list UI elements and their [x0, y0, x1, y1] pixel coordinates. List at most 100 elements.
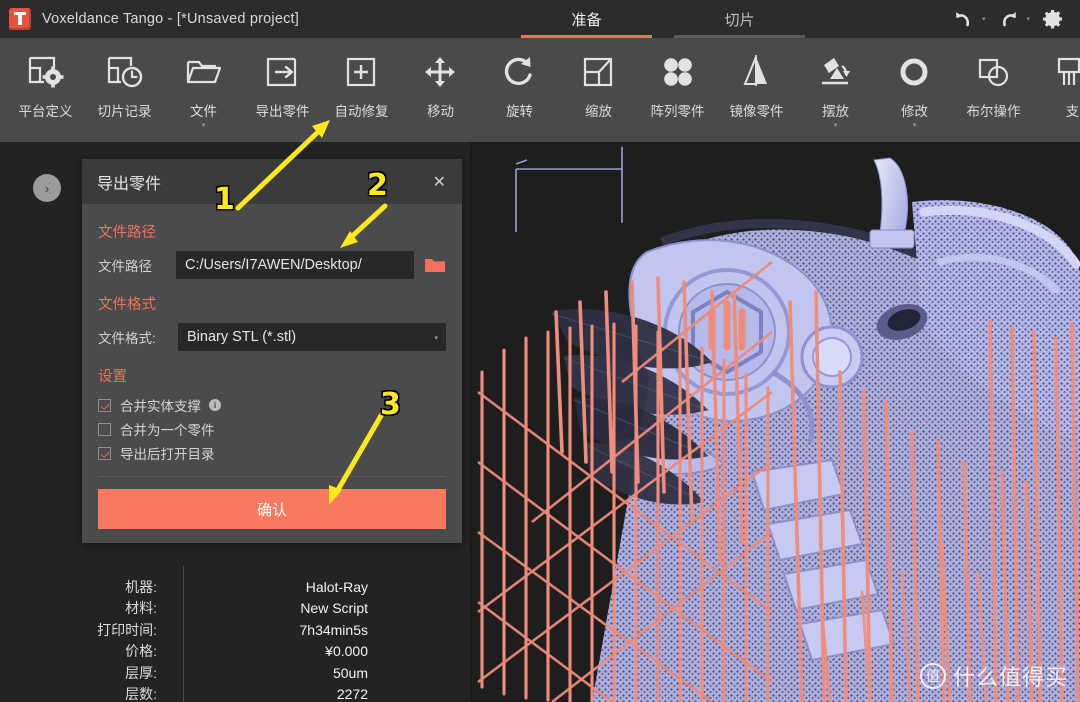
info-row-material: 材料: New Script [10, 598, 470, 620]
toolbar-item-place-label: 摆放 [822, 100, 849, 120]
annotation-number-2: 2 [367, 168, 388, 203]
chevron-down-icon: ▾ [434, 334, 438, 342]
scale-icon [577, 48, 621, 96]
dialog-separator [98, 476, 446, 477]
print-info-panel: 机器: Halot-Ray 材料: New Script 打印时间: 7h34m… [0, 566, 470, 702]
close-icon[interactable]: ✕ [429, 172, 450, 192]
checkbox-merge-into-one-part-label: 合并为一个零件 [120, 419, 215, 439]
checkbox-box[interactable] [98, 399, 111, 412]
dialog-body: 文件路径 文件路径 文件格式 文件格式: Binary STL (*.stl) … [82, 204, 462, 529]
toolbar-item-move[interactable]: 移动 ▾ [401, 38, 480, 142]
toolbar-item-modify[interactable]: 修改 ▾ [875, 38, 954, 142]
tab-prepare[interactable]: 准备 [510, 0, 663, 38]
browse-folder-icon[interactable] [424, 257, 446, 273]
file-format-label: 文件格式: [98, 327, 176, 347]
boolean-op-icon [972, 48, 1016, 96]
file-path-input[interactable] [176, 251, 414, 279]
checkbox-open-directory-after-export[interactable]: 导出后打开目录 [98, 443, 446, 463]
annotation-number-3: 3 [380, 387, 401, 422]
toolbar-item-auto-repair-label: 自动修复 [335, 100, 389, 120]
toolbar-item-scale[interactable]: 缩放 ▾ [559, 38, 638, 142]
place-icon [814, 48, 858, 96]
info-key: 打印时间: [10, 620, 157, 640]
undo-caret-icon[interactable]: ▾ [982, 15, 986, 23]
file-path-label: 文件路径 [98, 255, 176, 275]
toolbar-item-file-label: 文件 [190, 100, 217, 120]
file-format-row: 文件格式: Binary STL (*.stl) ▾ [98, 323, 446, 351]
info-value: 2272 [157, 686, 368, 702]
dropdown-caret-icon[interactable]: ▾ [202, 122, 206, 129]
info-value: New Script [157, 600, 368, 616]
toolbar-item-platform-define-label: 平台定义 [19, 100, 73, 120]
platform-define-icon [24, 48, 68, 96]
info-key: 价格: [10, 641, 157, 661]
toolbar-item-platform-define[interactable]: 平台定义 ▾ [6, 38, 85, 142]
3d-scene [472, 142, 1080, 702]
dropdown-caret-icon[interactable]: ▾ [834, 122, 838, 129]
tab-slice[interactable]: 切片 [663, 0, 816, 38]
toolbar-item-place[interactable]: 摆放 ▾ [796, 38, 875, 142]
toolbar-item-rotate-label: 旋转 [506, 100, 533, 120]
toolbar-item-mirror-part[interactable]: 镜像零件 ▾ [717, 38, 796, 142]
rotate-icon [498, 48, 542, 96]
toolbar-item-array-part-label: 阵列零件 [651, 100, 705, 120]
file-path-row: 文件路径 [98, 251, 446, 279]
file-format-value: Binary STL (*.stl) [187, 329, 296, 345]
info-value: Halot-Ray [157, 579, 368, 595]
gear-icon[interactable] [1038, 4, 1068, 34]
section-heading-settings: 设置 [98, 365, 446, 386]
file-format-select[interactable]: Binary STL (*.stl) ▾ [178, 323, 446, 351]
export-part-icon [261, 48, 305, 96]
info-icon[interactable]: i [209, 399, 221, 411]
app-title: Voxeldance Tango - [*Unsaved project] [42, 11, 299, 27]
auto-repair-icon [340, 48, 384, 96]
toolbar-item-support[interactable]: 支 ▾ [1033, 38, 1080, 142]
checkbox-merge-solid-supports-label: 合并实体支撑 [120, 395, 201, 415]
dropdown-caret-icon[interactable]: ▾ [913, 122, 917, 129]
toolbar-item-boolean-op-label: 布尔操作 [967, 100, 1021, 120]
checkbox-box[interactable] [98, 423, 111, 436]
top-tabs: 准备 切片 [510, 0, 816, 38]
export-part-dialog: 导出零件 ✕ 文件路径 文件路径 文件格式 文件格式: Binary STL (… [82, 159, 462, 543]
main-toolbar: 平台定义 ▾ 切片记录 ▾ 文件 ▾ [0, 38, 1080, 142]
section-heading-file-path: 文件路径 [98, 221, 446, 242]
redo-icon[interactable] [993, 4, 1023, 34]
info-key: 层厚: [10, 663, 157, 683]
dialog-header: 导出零件 ✕ [82, 159, 462, 204]
3d-viewport[interactable]: 值 什么值得买 [472, 142, 1080, 702]
info-key: 材料: [10, 598, 157, 618]
confirm-button[interactable]: 确认 [98, 489, 446, 529]
toolbar-item-rotate[interactable]: 旋转 ▾ [480, 38, 559, 142]
checkbox-open-directory-after-export-label: 导出后打开目录 [120, 443, 215, 463]
slice-history-icon [103, 48, 147, 96]
folder-open-icon [182, 48, 226, 96]
chevron-right-icon: › [45, 181, 49, 196]
toolbar-item-slice-history[interactable]: 切片记录 ▾ [85, 38, 164, 142]
info-row-price: 价格: ¥0.000 [10, 641, 470, 663]
info-key: 机器: [10, 577, 157, 597]
info-row-layer-count: 层数: 2272 [10, 684, 470, 702]
toolbar-item-slice-history-label: 切片记录 [98, 100, 152, 120]
title-bar: Voxeldance Tango - [*Unsaved project] 准备… [0, 0, 1080, 38]
toolbar-item-mirror-part-label: 镜像零件 [730, 100, 784, 120]
tab-slice-label: 切片 [724, 9, 754, 30]
info-row-layer-thickness: 层厚: 50um [10, 662, 470, 684]
undo-icon[interactable] [949, 4, 979, 34]
toolbar-item-export-part[interactable]: 导出零件 ▾ [243, 38, 322, 142]
toolbar-item-boolean-op[interactable]: 布尔操作 ▾ [954, 38, 1033, 142]
toolbar-item-file[interactable]: 文件 ▾ [164, 38, 243, 142]
mirror-part-icon [735, 48, 779, 96]
annotation-number-1: 1 [214, 182, 235, 217]
move-icon [419, 48, 463, 96]
array-part-icon [656, 48, 700, 96]
toolbar-item-array-part[interactable]: 阵列零件 ▾ [638, 38, 717, 142]
checkbox-box[interactable] [98, 447, 111, 460]
redo-caret-icon[interactable]: ▾ [1026, 15, 1030, 23]
title-bar-actions: ▾ ▾ [949, 0, 1068, 38]
expand-sidebar-button[interactable]: › [33, 174, 61, 202]
info-value: 50um [157, 665, 368, 681]
toolbar-item-auto-repair[interactable]: 自动修复 ▾ [322, 38, 401, 142]
toolbar-item-modify-label: 修改 [901, 100, 928, 120]
info-value: ¥0.000 [157, 643, 368, 659]
checkbox-merge-into-one-part[interactable]: 合并为一个零件 [98, 419, 446, 439]
